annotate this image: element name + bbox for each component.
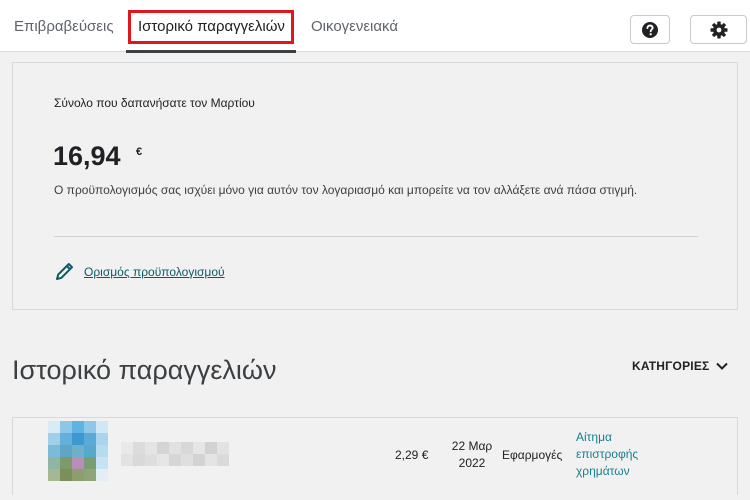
categories-dropdown[interactable]: ΚΑΤΗΓΟΡΙΕΣ [632,359,729,373]
order-date: 22 Μαρ 2022 [446,438,498,472]
order-date-year: 2022 [458,456,486,470]
app-name-blurred [121,442,229,466]
order-type: Εφαρμογές [502,448,563,462]
gear-icon [710,21,727,38]
budget-title: Σύνολο που δαπανήσατε τον Μαρτίου [54,96,255,110]
order-row[interactable]: 2,29 € 22 Μαρ 2022 Εφαρμογές Αίτημα επισ… [12,417,738,495]
tab-family[interactable]: Οικογενειακά [311,0,398,52]
help-icon [642,21,658,38]
card-divider [54,236,698,237]
app-thumbnail [48,421,108,481]
order-date-day: 22 Μαρ [451,439,493,453]
tab-rewards[interactable]: Επιβραβεύσεις [14,0,114,52]
categories-label: ΚΑΤΗΓΟΡΙΕΣ [632,359,710,373]
help-button[interactable] [630,15,670,44]
active-tab-underline [126,50,296,53]
request-refund-link[interactable]: Αίτημα επιστροφής χρημάτων [576,429,656,480]
order-price: 2,29 € [395,448,429,462]
tab-order-history-label: Ιστορικό παραγγελιών [138,18,285,35]
budget-card: Σύνολο που δαπανήσατε τον Μαρτίου 16,94 … [12,62,738,310]
set-budget-link[interactable]: Ορισμός προϋπολογισμού [54,261,225,282]
pencil-icon [56,263,73,280]
tab-order-history[interactable]: Ιστορικό παραγγελιών [126,0,296,53]
section-title: Ιστορικό παραγγελιών [12,355,277,385]
settings-button[interactable] [690,15,747,44]
budget-description: Ο προϋπολογισμός σας ισχύει μόνο για αυτ… [54,183,638,197]
currency-symbol: € [136,146,143,158]
top-nav-bar: Επιβραβεύσεις Ιστορικό παραγγελιών Οικογ… [0,0,750,53]
chevron-down-icon [716,362,729,370]
set-budget-label: Ορισμός προϋπολογισμού [84,264,225,279]
spent-amount: 16,94 [53,141,121,171]
